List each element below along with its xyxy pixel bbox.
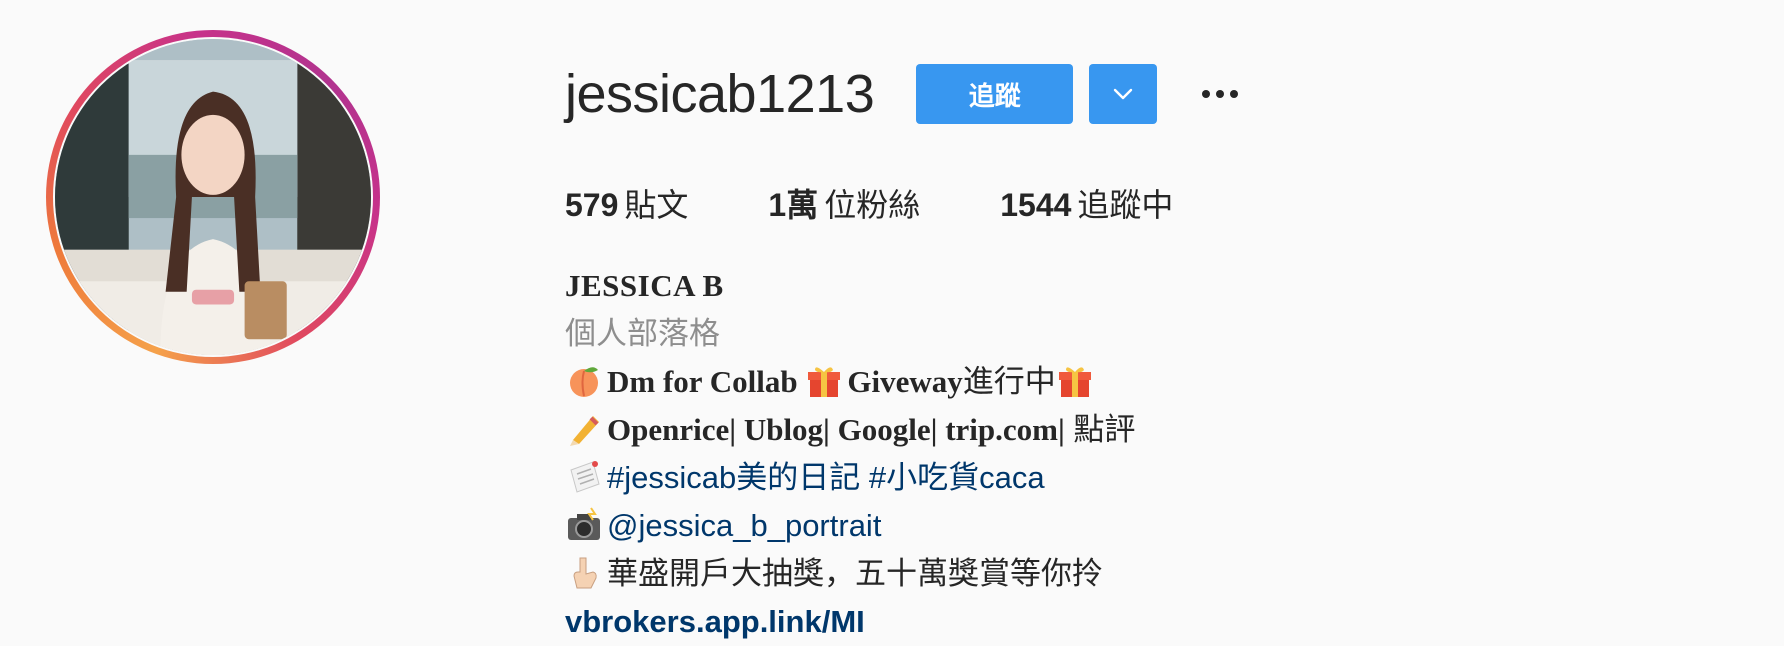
bio-line-collab: Dm for Collab Giveway進行中 [565,358,1385,406]
memo-icon [565,458,603,496]
profile-stats: 579 貼文 1萬 位粉絲 1544 追蹤中 [565,180,1253,226]
mention-link[interactable]: @jessica_b_portrait [607,508,881,543]
account-category: 個人部落格 [565,316,720,351]
camera-flash-icon [565,506,603,544]
gift-icon [805,362,843,400]
bio-line-hashtags: #jessicab美的日記 #小吃貨caca [565,454,1385,502]
following-count[interactable]: 1544 追蹤中 [1000,180,1173,226]
full-name: JESSICA B [565,268,724,303]
profile-header: jessicab1213 追蹤 [565,60,1245,128]
pointing-down-icon [565,554,603,592]
posts-count: 579 貼文 [565,187,689,223]
pencil-icon [565,410,603,448]
bio-line-promo: 華盛開戶大抽獎，五十萬獎賞等你拎 [565,550,1385,598]
hashtag-link[interactable]: #jessicab美的日記 [607,460,860,495]
peach-icon [565,362,603,400]
followers-count[interactable]: 1萬 位粉絲 [768,180,920,226]
bio-line-reviews: Openrice| Ublog| Google| trip.com| 點評 [565,406,1385,454]
username: jessicab1213 [565,64,875,124]
chevron-down-icon [1114,88,1133,100]
gift-icon [1056,362,1094,400]
external-link[interactable]: vbrokers.app.link/MI [565,604,865,639]
more-options-icon[interactable] [1195,74,1245,114]
bio-line-mention: @jessica_b_portrait [565,502,1385,550]
suggested-accounts-button[interactable] [1089,64,1158,124]
hashtag-link[interactable]: #小吃貨caca [869,460,1045,495]
profile-avatar[interactable] [46,30,380,364]
follow-button[interactable]: 追蹤 [916,64,1074,124]
bio-line-link: vbrokers.app.link/MI [565,598,1385,646]
profile-bio: JESSICA B 個人部落格 Dm for Collab Giveway進行中… [565,262,1385,646]
avatar-photo [55,39,371,355]
